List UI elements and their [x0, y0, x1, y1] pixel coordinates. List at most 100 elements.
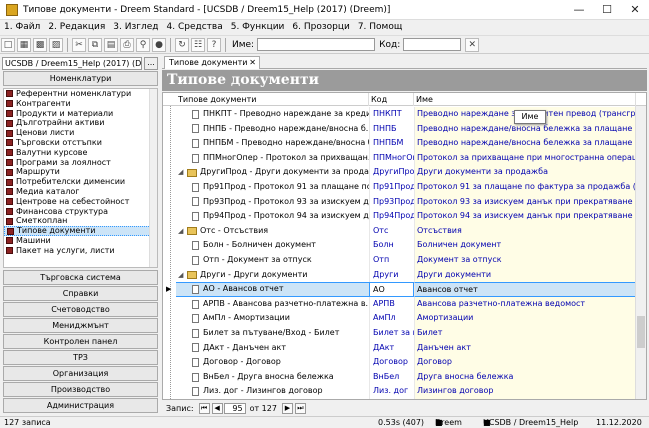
tree-item[interactable]: Потребителски дименсии: [4, 177, 157, 187]
table-row[interactable]: ◢ Отс - Отсъствия Отс Отсъствия: [163, 223, 646, 239]
tree-item[interactable]: Програми за лоялност: [4, 158, 157, 168]
code-cell[interactable]: Пр94Прод: [369, 209, 414, 224]
table-row[interactable]: Билет за пътуване/Вход - БилетБилет за п…: [163, 326, 646, 341]
clear-filter-icon[interactable]: ✕: [465, 37, 480, 52]
tree-cell[interactable]: ПНПБ - Преводно нареждане/вносна б...: [176, 122, 369, 137]
nav-button-control-panel[interactable]: Контролен панел: [3, 334, 158, 349]
open-icon[interactable]: ▦: [17, 37, 31, 52]
nav-button-organization[interactable]: Организация: [3, 366, 158, 381]
nav-button-trade[interactable]: Търговска система: [3, 270, 158, 285]
table-row-selected[interactable]: ▶ АО - Авансов отчет АО Авансов отчет: [163, 282, 646, 297]
name-cell[interactable]: Данъчен акт: [414, 340, 636, 356]
table-row[interactable]: АРПВ - Авансова разчетно-платежна в... АР…: [163, 296, 646, 312]
find-icon[interactable]: ●: [152, 37, 166, 52]
name-cell[interactable]: Билет: [414, 326, 636, 341]
tree-item[interactable]: Маршрути: [4, 167, 157, 177]
code-cell[interactable]: Отс: [369, 223, 414, 239]
tree-cell[interactable]: ПНПБМ - Преводно нареждане/вносна б...: [176, 136, 369, 151]
nav-button-production[interactable]: Производство: [3, 382, 158, 397]
tree-item[interactable]: Сметкоплан: [4, 216, 157, 226]
tree-cell[interactable]: АРПВ - Авансова разчетно-платежна в...: [176, 297, 369, 312]
tree-cell[interactable]: ДАкт - Данъчен акт: [176, 341, 369, 356]
code-cell[interactable]: Пр91Прод: [369, 180, 414, 195]
collapse-icon[interactable]: ◢: [178, 165, 185, 180]
preview-icon[interactable]: ⚲: [136, 37, 150, 52]
tree-item[interactable]: Референтни номенклатури: [4, 89, 157, 99]
tree-cell[interactable]: Договор - Договор: [176, 355, 369, 370]
code-cell[interactable]: АмПл: [369, 311, 414, 326]
table-row[interactable]: ◢ Други - Други документи Други Други докум…: [163, 267, 646, 283]
tree-item[interactable]: Машини: [4, 236, 157, 246]
menu-help[interactable]: 7. Помощ: [354, 22, 407, 32]
minimize-button[interactable]: —: [565, 0, 593, 20]
code-cell[interactable]: Билет за п...: [369, 326, 414, 341]
paste-icon[interactable]: ▤: [104, 37, 118, 52]
tree-item[interactable]: Дълготрайни активи: [4, 118, 157, 128]
column-header-name[interactable]: Име: [414, 93, 636, 106]
menu-edit[interactable]: 2. Редакция: [44, 22, 109, 32]
save-all-icon[interactable]: ▨: [49, 37, 63, 52]
prev-record-button[interactable]: ◀: [211, 402, 223, 414]
tree-scrollbar[interactable]: [149, 89, 157, 267]
save-icon[interactable]: ▩: [33, 37, 47, 52]
close-tab-icon[interactable]: ✕: [249, 57, 256, 69]
table-row[interactable]: Пр91Прод - Протокол 91 за плащане по... П…: [163, 180, 646, 195]
tree-cell[interactable]: Лиз. дог - Лизингов договор: [176, 384, 369, 399]
tree-item[interactable]: Търговски отстъпки: [4, 138, 157, 148]
column-header-code[interactable]: Код: [369, 93, 414, 106]
code-cell[interactable]: ДАкт: [369, 340, 414, 356]
table-row[interactable]: ПНКПТ - Преводно нареждане за креди... ПН…: [163, 107, 646, 122]
database-selector[interactable]: UCSDB / Dreem15_Help (2017) (Dreem: [2, 56, 142, 70]
menu-file[interactable]: 1. Файл: [0, 22, 44, 32]
code-cell[interactable]: ПНПБ: [369, 121, 414, 137]
name-cell[interactable]: Друга вносна бележка: [414, 369, 636, 385]
nav-button-reports[interactable]: Справки: [3, 286, 158, 301]
tree-item[interactable]: Ценови листи: [4, 128, 157, 138]
table-row[interactable]: Пр94Прод - Протокол 94 за изискуем д... П…: [163, 209, 646, 224]
code-cell[interactable]: Други: [369, 267, 414, 283]
code-cell[interactable]: ВнБел: [369, 369, 414, 385]
name-cell[interactable]: Документ за отпуск: [414, 253, 636, 268]
name-cell[interactable]: Протокол 93 за изискуем данък при прекра…: [414, 194, 636, 210]
name-cell[interactable]: Протокол 94 за изискуем данък при прекра…: [414, 209, 636, 224]
name-cell[interactable]: Авансов отчет: [414, 282, 636, 297]
code-cell[interactable]: Пр93Прод: [369, 194, 414, 210]
collapse-icon[interactable]: ◢: [178, 224, 185, 239]
table-row[interactable]: ДАкт - Данъчен акт ДАкт Данъчен акт: [163, 340, 646, 356]
code-cell[interactable]: ДругиПрод: [369, 165, 414, 180]
name-cell[interactable]: Амортизации: [414, 311, 636, 326]
tree-cell[interactable]: ◢ ДругиПрод - Други документи за продажба: [176, 165, 369, 180]
tree-cell[interactable]: Болн - Болничен документ: [176, 238, 369, 253]
menu-view[interactable]: 3. Изглед: [109, 22, 162, 32]
tree-cell[interactable]: Отп - Документ за отпуск: [176, 253, 369, 268]
tree-cell[interactable]: Пр91Прод - Протокол 91 за плащане по...: [176, 180, 369, 195]
tree-cell[interactable]: АО - Авансов отчет: [176, 282, 369, 297]
table-row[interactable]: ПНПБ - Преводно нареждане/вносна б... ПНП…: [163, 121, 646, 137]
code-cell[interactable]: Отп: [369, 253, 414, 268]
next-record-button[interactable]: ▶: [281, 402, 293, 414]
tree-item[interactable]: Продукти и материали: [4, 109, 157, 119]
name-cell[interactable]: Протокол за прихващане при многостранна …: [414, 150, 636, 166]
table-row[interactable]: ППМногОпер - Протокол за прихващан... ППМ…: [163, 150, 646, 166]
tree-item[interactable]: Медиа каталог: [4, 187, 157, 197]
nav-button-administration[interactable]: Администрация: [3, 398, 158, 413]
cut-icon[interactable]: ✂: [72, 37, 86, 52]
nav-button-nomenclatures[interactable]: Номенклатури: [3, 71, 158, 86]
tree-cell[interactable]: АмПл - Амортизации: [176, 311, 369, 326]
grid-scrollbar[interactable]: [635, 106, 646, 399]
copy-icon[interactable]: ⧉: [88, 37, 102, 52]
tree-cell[interactable]: ◢ Отс - Отсъствия: [176, 224, 369, 239]
nav-button-payroll[interactable]: ТРЗ: [3, 350, 158, 365]
name-cell[interactable]: Болничен документ: [414, 238, 636, 253]
help-icon[interactable]: ?: [207, 37, 221, 52]
tree-item[interactable]: Валутни курсове: [4, 148, 157, 158]
name-cell[interactable]: Авансова разчетно-платежна ведомост: [414, 296, 636, 312]
code-cell[interactable]: АРПВ: [369, 296, 414, 312]
table-row[interactable]: Болн - Болничен документ Болн Болничен док…: [163, 238, 646, 253]
table-row[interactable]: ◢ ДругиПрод - Други документи за продажба…: [163, 165, 646, 180]
nav-button-management[interactable]: Мениджмънт: [3, 318, 158, 333]
tree-item[interactable]: Финансова структура: [4, 207, 157, 217]
menu-tools[interactable]: 4. Средства: [163, 22, 227, 32]
current-record-field[interactable]: 95: [223, 402, 246, 414]
name-filter-input[interactable]: [257, 38, 376, 51]
